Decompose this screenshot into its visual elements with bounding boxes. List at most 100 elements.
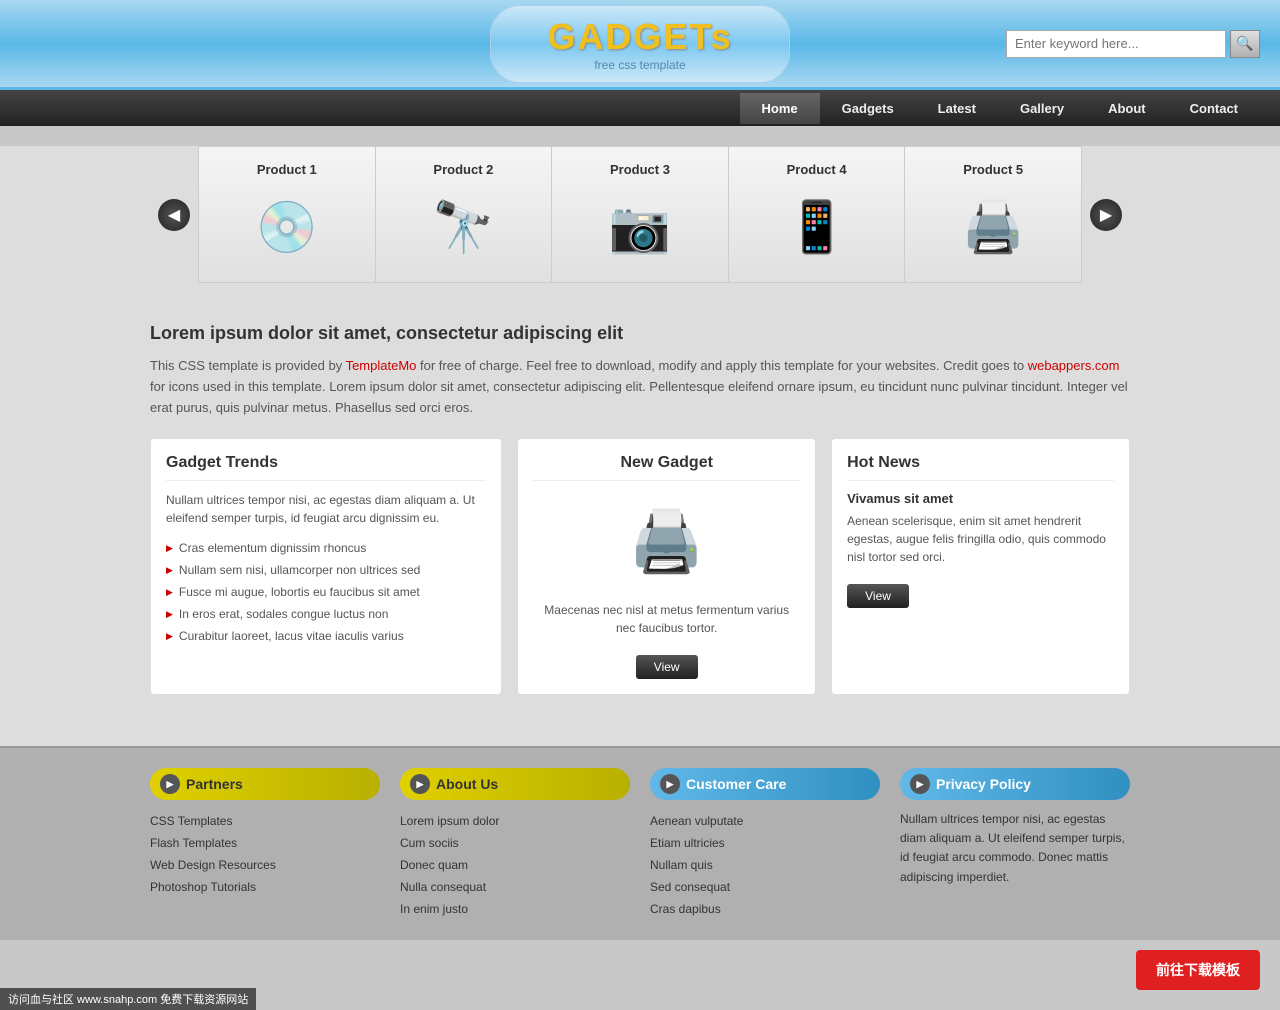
hot-news-subtitle: Vivamus sit amet bbox=[847, 491, 1114, 506]
download-banner[interactable]: 前往下载模板 bbox=[1136, 950, 1260, 990]
carousel-item-title: Product 4 bbox=[787, 162, 847, 177]
nav: HomeGadgetsLatestGalleryAboutContact bbox=[0, 90, 1280, 126]
templatemo-link[interactable]: TemplateMo bbox=[346, 358, 417, 373]
list-item: In enim justo bbox=[400, 898, 630, 920]
footer-link[interactable]: Flash Templates bbox=[150, 836, 237, 850]
footer-about-title: ▶ About Us bbox=[400, 768, 630, 800]
carousel-prev-button[interactable]: ◀ bbox=[158, 199, 190, 231]
footer-link[interactable]: CSS Templates bbox=[150, 814, 232, 828]
footer-link[interactable]: Aenean vulputate bbox=[650, 814, 743, 828]
footer-link[interactable]: In enim justo bbox=[400, 902, 468, 916]
list-item: Web Design Resources bbox=[150, 854, 380, 876]
footer-customer-care-title: ▶ Customer Care bbox=[650, 768, 880, 800]
list-item: Flash Templates bbox=[150, 832, 380, 854]
footer-link[interactable]: Sed consequat bbox=[650, 880, 730, 894]
about-links: Lorem ipsum dolor Cum sociis Donec quam Nul… bbox=[400, 810, 630, 920]
carousel-item-title: Product 1 bbox=[257, 162, 317, 177]
customer-links: Aenean vulputate Etiam ultricies Nullam qu… bbox=[650, 810, 880, 920]
footer-privacy-title: ▶ Privacy Policy bbox=[900, 768, 1130, 800]
content-area: Lorem ipsum dolor sit amet, consectetur … bbox=[150, 303, 1130, 715]
header: GADGETs free css template 🔍 bbox=[0, 0, 1280, 90]
footer-link[interactable]: Nullam quis bbox=[650, 858, 713, 872]
carousel-item-title: Product 2 bbox=[433, 162, 493, 177]
carousel-item-title: Product 3 bbox=[610, 162, 670, 177]
hot-news-title: Hot News bbox=[847, 454, 1114, 481]
footer-link[interactable]: Photoshop Tutorials bbox=[150, 880, 256, 894]
search-input[interactable] bbox=[1006, 30, 1226, 58]
product-icon: 💿 bbox=[232, 187, 342, 267]
list-item: Cum sociis bbox=[400, 832, 630, 854]
list-item: Nullam sem nisi, ullamcorper non ultrice… bbox=[166, 559, 486, 581]
gadget-trends-box: Gadget Trends Nullam ultrices tempor nis… bbox=[150, 438, 502, 695]
footer: ▶ Partners CSS Templates Flash Templates W… bbox=[0, 746, 1280, 940]
new-gadget-icon: 🖨️ bbox=[607, 491, 727, 591]
footer-link[interactable]: Cras dapibus bbox=[650, 902, 721, 916]
footer-link[interactable]: Donec quam bbox=[400, 858, 468, 872]
columns: Gadget Trends Nullam ultrices tempor nis… bbox=[150, 438, 1130, 695]
gadget-trends-intro: Nullam ultrices tempor nisi, ac egestas … bbox=[166, 491, 486, 527]
partners-icon: ▶ bbox=[160, 774, 180, 794]
footer-partners-title: ▶ Partners bbox=[150, 768, 380, 800]
main-text: This CSS template is provided by Templat… bbox=[150, 356, 1130, 418]
list-item: Curabitur laoreet, lacus vitae iaculis v… bbox=[166, 625, 486, 647]
list-item: Fusce mi augue, lobortis eu faucibus sit… bbox=[166, 581, 486, 603]
main-heading: Lorem ipsum dolor sit amet, consectetur … bbox=[150, 323, 1130, 344]
webappers-link[interactable]: webappers.com bbox=[1028, 358, 1120, 373]
nav-item-about[interactable]: About bbox=[1086, 93, 1168, 124]
nav-item-gadgets[interactable]: Gadgets bbox=[820, 93, 916, 124]
list-item: Photoshop Tutorials bbox=[150, 876, 380, 898]
nav-item-gallery[interactable]: Gallery bbox=[998, 93, 1086, 124]
nav-item-home[interactable]: Home bbox=[740, 93, 820, 124]
logo-title: GADGETs bbox=[547, 16, 732, 58]
customer-care-icon: ▶ bbox=[660, 774, 680, 794]
carousel: Product 1 💿Product 2 🔭Product 3 📷Product… bbox=[198, 146, 1082, 283]
new-gadget-text: Maecenas nec nisl at metus fermentum var… bbox=[533, 601, 800, 637]
list-item: Cras elementum dignissim rhoncus bbox=[166, 537, 486, 559]
list-item: Etiam ultricies bbox=[650, 832, 880, 854]
list-item: Aenean vulputate bbox=[650, 810, 880, 832]
hot-news-text: Aenean scelerisque, enim sit amet hendre… bbox=[847, 512, 1114, 566]
carousel-container: ◀ Product 1 💿Product 2 🔭Product 3 📷Produ… bbox=[150, 146, 1130, 283]
list-item: Nullam quis bbox=[650, 854, 880, 876]
main-wrapper: ◀ Product 1 💿Product 2 🔭Product 3 📷Produ… bbox=[0, 146, 1280, 746]
footer-link[interactable]: Web Design Resources bbox=[150, 858, 276, 872]
footer-privacy-text: Nullam ultrices tempor nisi, ac egestas … bbox=[900, 810, 1130, 887]
list-item: Donec quam bbox=[400, 854, 630, 876]
footer-link[interactable]: Lorem ipsum dolor bbox=[400, 814, 499, 828]
footer-about: ▶ About Us Lorem ipsum dolor Cum sociis Do… bbox=[400, 768, 630, 920]
nav-item-latest[interactable]: Latest bbox=[916, 93, 998, 124]
watermark: 访问血与社区 www.snahp.com 免费下载资源网站 bbox=[0, 988, 256, 1010]
product-icon: 🔭 bbox=[408, 187, 518, 267]
search-area: 🔍 bbox=[1006, 30, 1260, 58]
search-button[interactable]: 🔍 bbox=[1230, 30, 1260, 58]
footer-inner: ▶ Partners CSS Templates Flash Templates W… bbox=[150, 768, 1130, 940]
hot-news-view-button[interactable]: View bbox=[847, 584, 909, 608]
list-item: Lorem ipsum dolor bbox=[400, 810, 630, 832]
footer-link[interactable]: Etiam ultricies bbox=[650, 836, 725, 850]
carousel-item-title: Product 5 bbox=[963, 162, 1023, 177]
partners-links: CSS Templates Flash Templates Web Design R… bbox=[150, 810, 380, 898]
logo-area: GADGETs free css template bbox=[490, 5, 790, 83]
new-gadget-view-button[interactable]: View bbox=[636, 655, 698, 679]
gadget-trends-title: Gadget Trends bbox=[166, 454, 486, 481]
carousel-item: Product 3 📷 bbox=[552, 147, 729, 282]
new-gadget-box: New Gadget 🖨️ Maecenas nec nisl at metus… bbox=[517, 438, 816, 695]
privacy-icon: ▶ bbox=[910, 774, 930, 794]
logo-subtitle: free css template bbox=[594, 58, 685, 72]
carousel-item: Product 1 💿 bbox=[199, 147, 376, 282]
nav-item-contact[interactable]: Contact bbox=[1168, 93, 1260, 124]
new-gadget-title: New Gadget bbox=[533, 454, 800, 481]
nav-list: HomeGadgetsLatestGalleryAboutContact bbox=[740, 93, 1260, 124]
list-item: CSS Templates bbox=[150, 810, 380, 832]
footer-link[interactable]: Nulla consequat bbox=[400, 880, 486, 894]
footer-privacy: ▶ Privacy Policy Nullam ultrices tempor … bbox=[900, 768, 1130, 920]
footer-customer-care: ▶ Customer Care Aenean vulputate Etiam ul… bbox=[650, 768, 880, 920]
carousel-item: Product 2 🔭 bbox=[376, 147, 553, 282]
carousel-next-button[interactable]: ▶ bbox=[1090, 199, 1122, 231]
product-icon: 📱 bbox=[762, 187, 872, 267]
footer-link[interactable]: Cum sociis bbox=[400, 836, 459, 850]
footer-partners: ▶ Partners CSS Templates Flash Templates W… bbox=[150, 768, 380, 920]
trends-list: Cras elementum dignissim rhoncusNullam s… bbox=[166, 537, 486, 647]
product-icon: 📷 bbox=[585, 187, 695, 267]
carousel-item: Product 4 📱 bbox=[729, 147, 906, 282]
